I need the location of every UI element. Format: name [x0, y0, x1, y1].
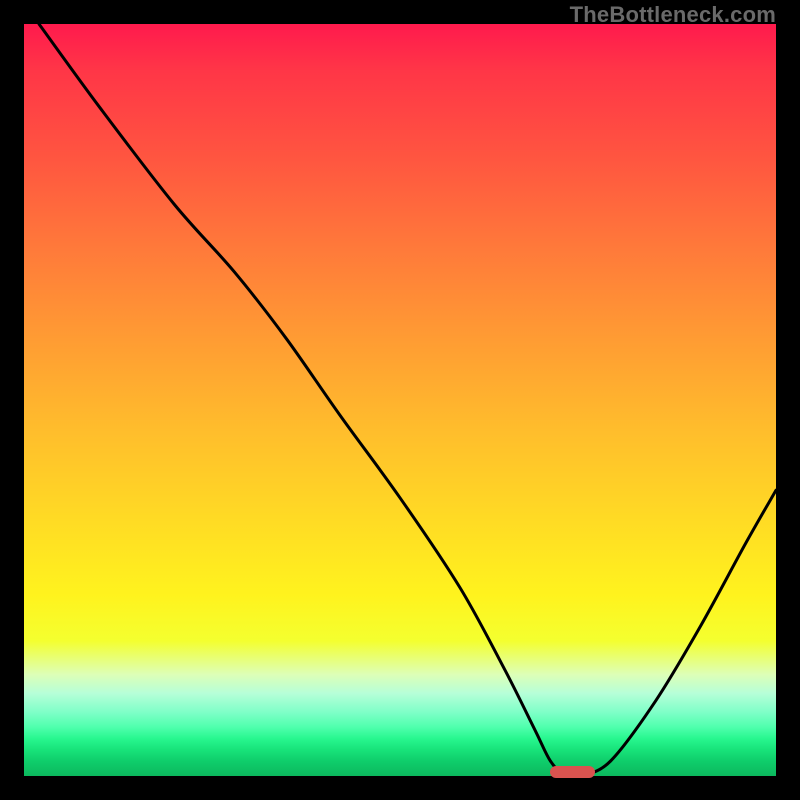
chart-frame: TheBottleneck.com [0, 0, 800, 800]
curve-path [39, 24, 776, 776]
bottleneck-curve [24, 24, 776, 776]
optimum-marker [550, 766, 595, 778]
watermark-text: TheBottleneck.com [570, 2, 776, 28]
plot-area [24, 24, 776, 776]
